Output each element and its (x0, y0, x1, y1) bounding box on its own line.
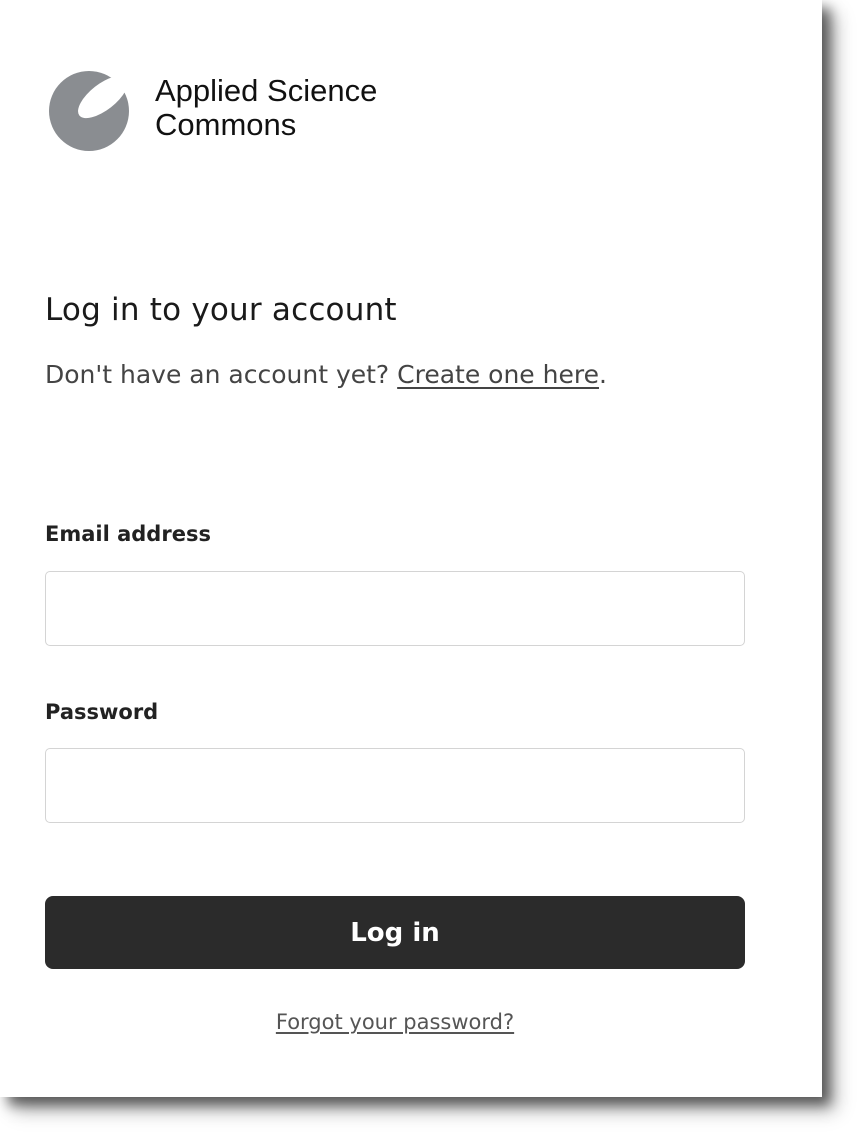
login-button[interactable]: Log in (45, 896, 745, 969)
signup-prompt: Don't have an account yet? Create one he… (45, 360, 607, 389)
signup-prompt-period: . (598, 360, 607, 389)
signup-prompt-text: Don't have an account yet? (45, 360, 398, 389)
brand-name: Applied Science Commons (155, 74, 377, 142)
create-account-link[interactable]: Create one here (397, 360, 599, 389)
email-field[interactable] (45, 571, 745, 646)
email-label: Email address (45, 522, 211, 546)
circle-logo-icon (49, 71, 129, 151)
password-field[interactable] (45, 748, 745, 823)
password-label: Password (45, 700, 159, 724)
brand-name-line2: Commons (155, 107, 297, 142)
login-card: Applied Science Commons Log in to your a… (0, 0, 822, 1097)
brand-name-line1: Applied Science (155, 73, 378, 108)
forgot-password-container: Forgot your password? (45, 1010, 745, 1034)
forgot-password-link[interactable]: Forgot your password? (276, 1010, 514, 1034)
page-title: Log in to your account (45, 292, 397, 328)
